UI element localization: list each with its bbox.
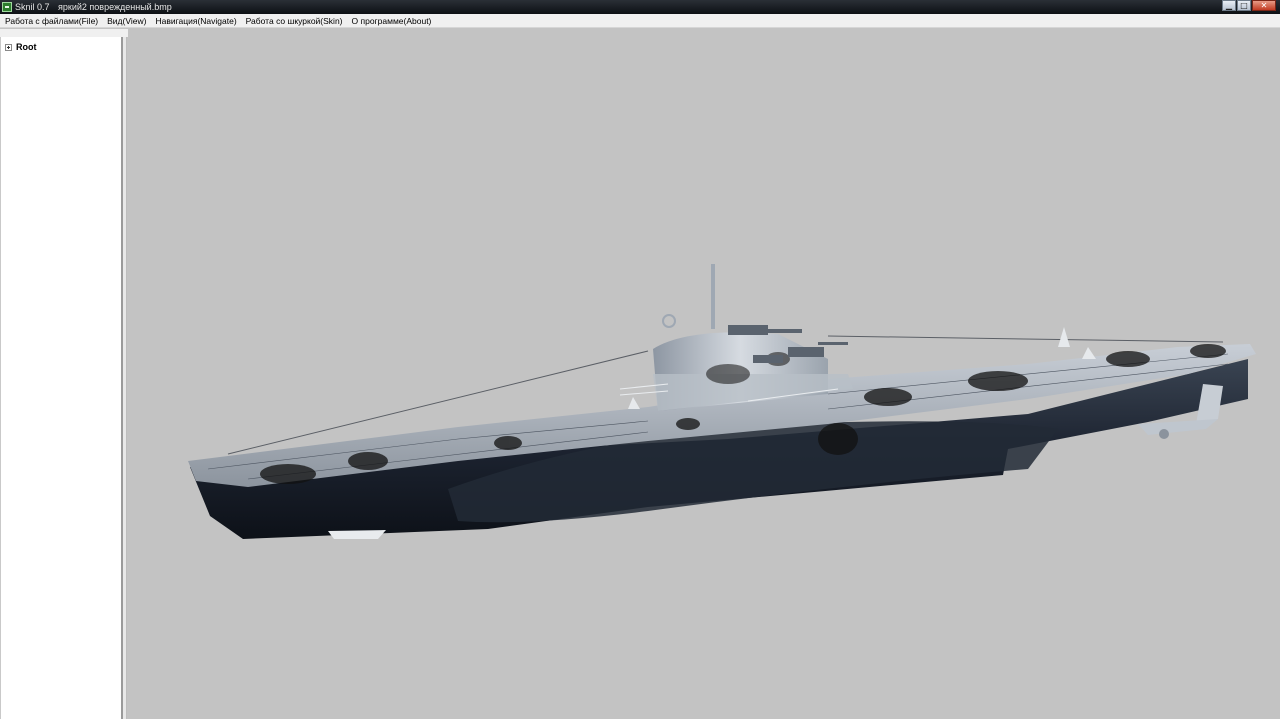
- antenna-wire-aft: [827, 335, 1224, 343]
- menu-view[interactable]: Вид(View): [104, 14, 149, 28]
- title-bar: Sknil 0.7 яркий2 поврежденный.bmp ▁ □ ✕: [0, 0, 1280, 14]
- direction-finder-icon: [662, 314, 676, 328]
- jackstaff-icon: [1058, 327, 1070, 347]
- 3d-viewport[interactable]: [128, 29, 1280, 719]
- app-icon: [2, 2, 12, 12]
- periscope-icon: [711, 264, 715, 329]
- panel-splitter[interactable]: [123, 37, 127, 719]
- close-button[interactable]: ✕: [1252, 0, 1276, 11]
- minimize-button[interactable]: ▁: [1222, 0, 1236, 11]
- menu-navigate[interactable]: Навигация(Navigate): [152, 14, 239, 28]
- tree-node-root[interactable]: Root: [1, 41, 121, 53]
- tree-node-label: Root: [16, 42, 37, 52]
- menu-about[interactable]: О программе(About): [349, 14, 435, 28]
- app-name: Sknil 0.7: [15, 2, 50, 12]
- menu-file[interactable]: Работа с файлами(File): [2, 14, 101, 28]
- menu-skin[interactable]: Работа со шкуркой(Skin): [243, 14, 346, 28]
- file-name: яркий2 поврежденный.bmp: [58, 2, 172, 12]
- window-title: Sknil 0.7 яркий2 поврежденный.bmp: [15, 0, 172, 14]
- tree-panel: Root: [0, 37, 123, 719]
- maximize-button[interactable]: □: [1237, 0, 1251, 11]
- submarine-model: [188, 264, 1256, 539]
- menu-bar: Работа с файлами(File) Вид(View) Навигац…: [0, 14, 1280, 28]
- deck-fitting-icon: [1082, 347, 1096, 359]
- propeller-icon: [1159, 429, 1169, 439]
- deck-fitting-icon-fore: [628, 397, 640, 409]
- bow-plane: [328, 530, 386, 539]
- window-controls: ▁ □ ✕: [1221, 0, 1276, 12]
- expand-icon[interactable]: [5, 43, 12, 51]
